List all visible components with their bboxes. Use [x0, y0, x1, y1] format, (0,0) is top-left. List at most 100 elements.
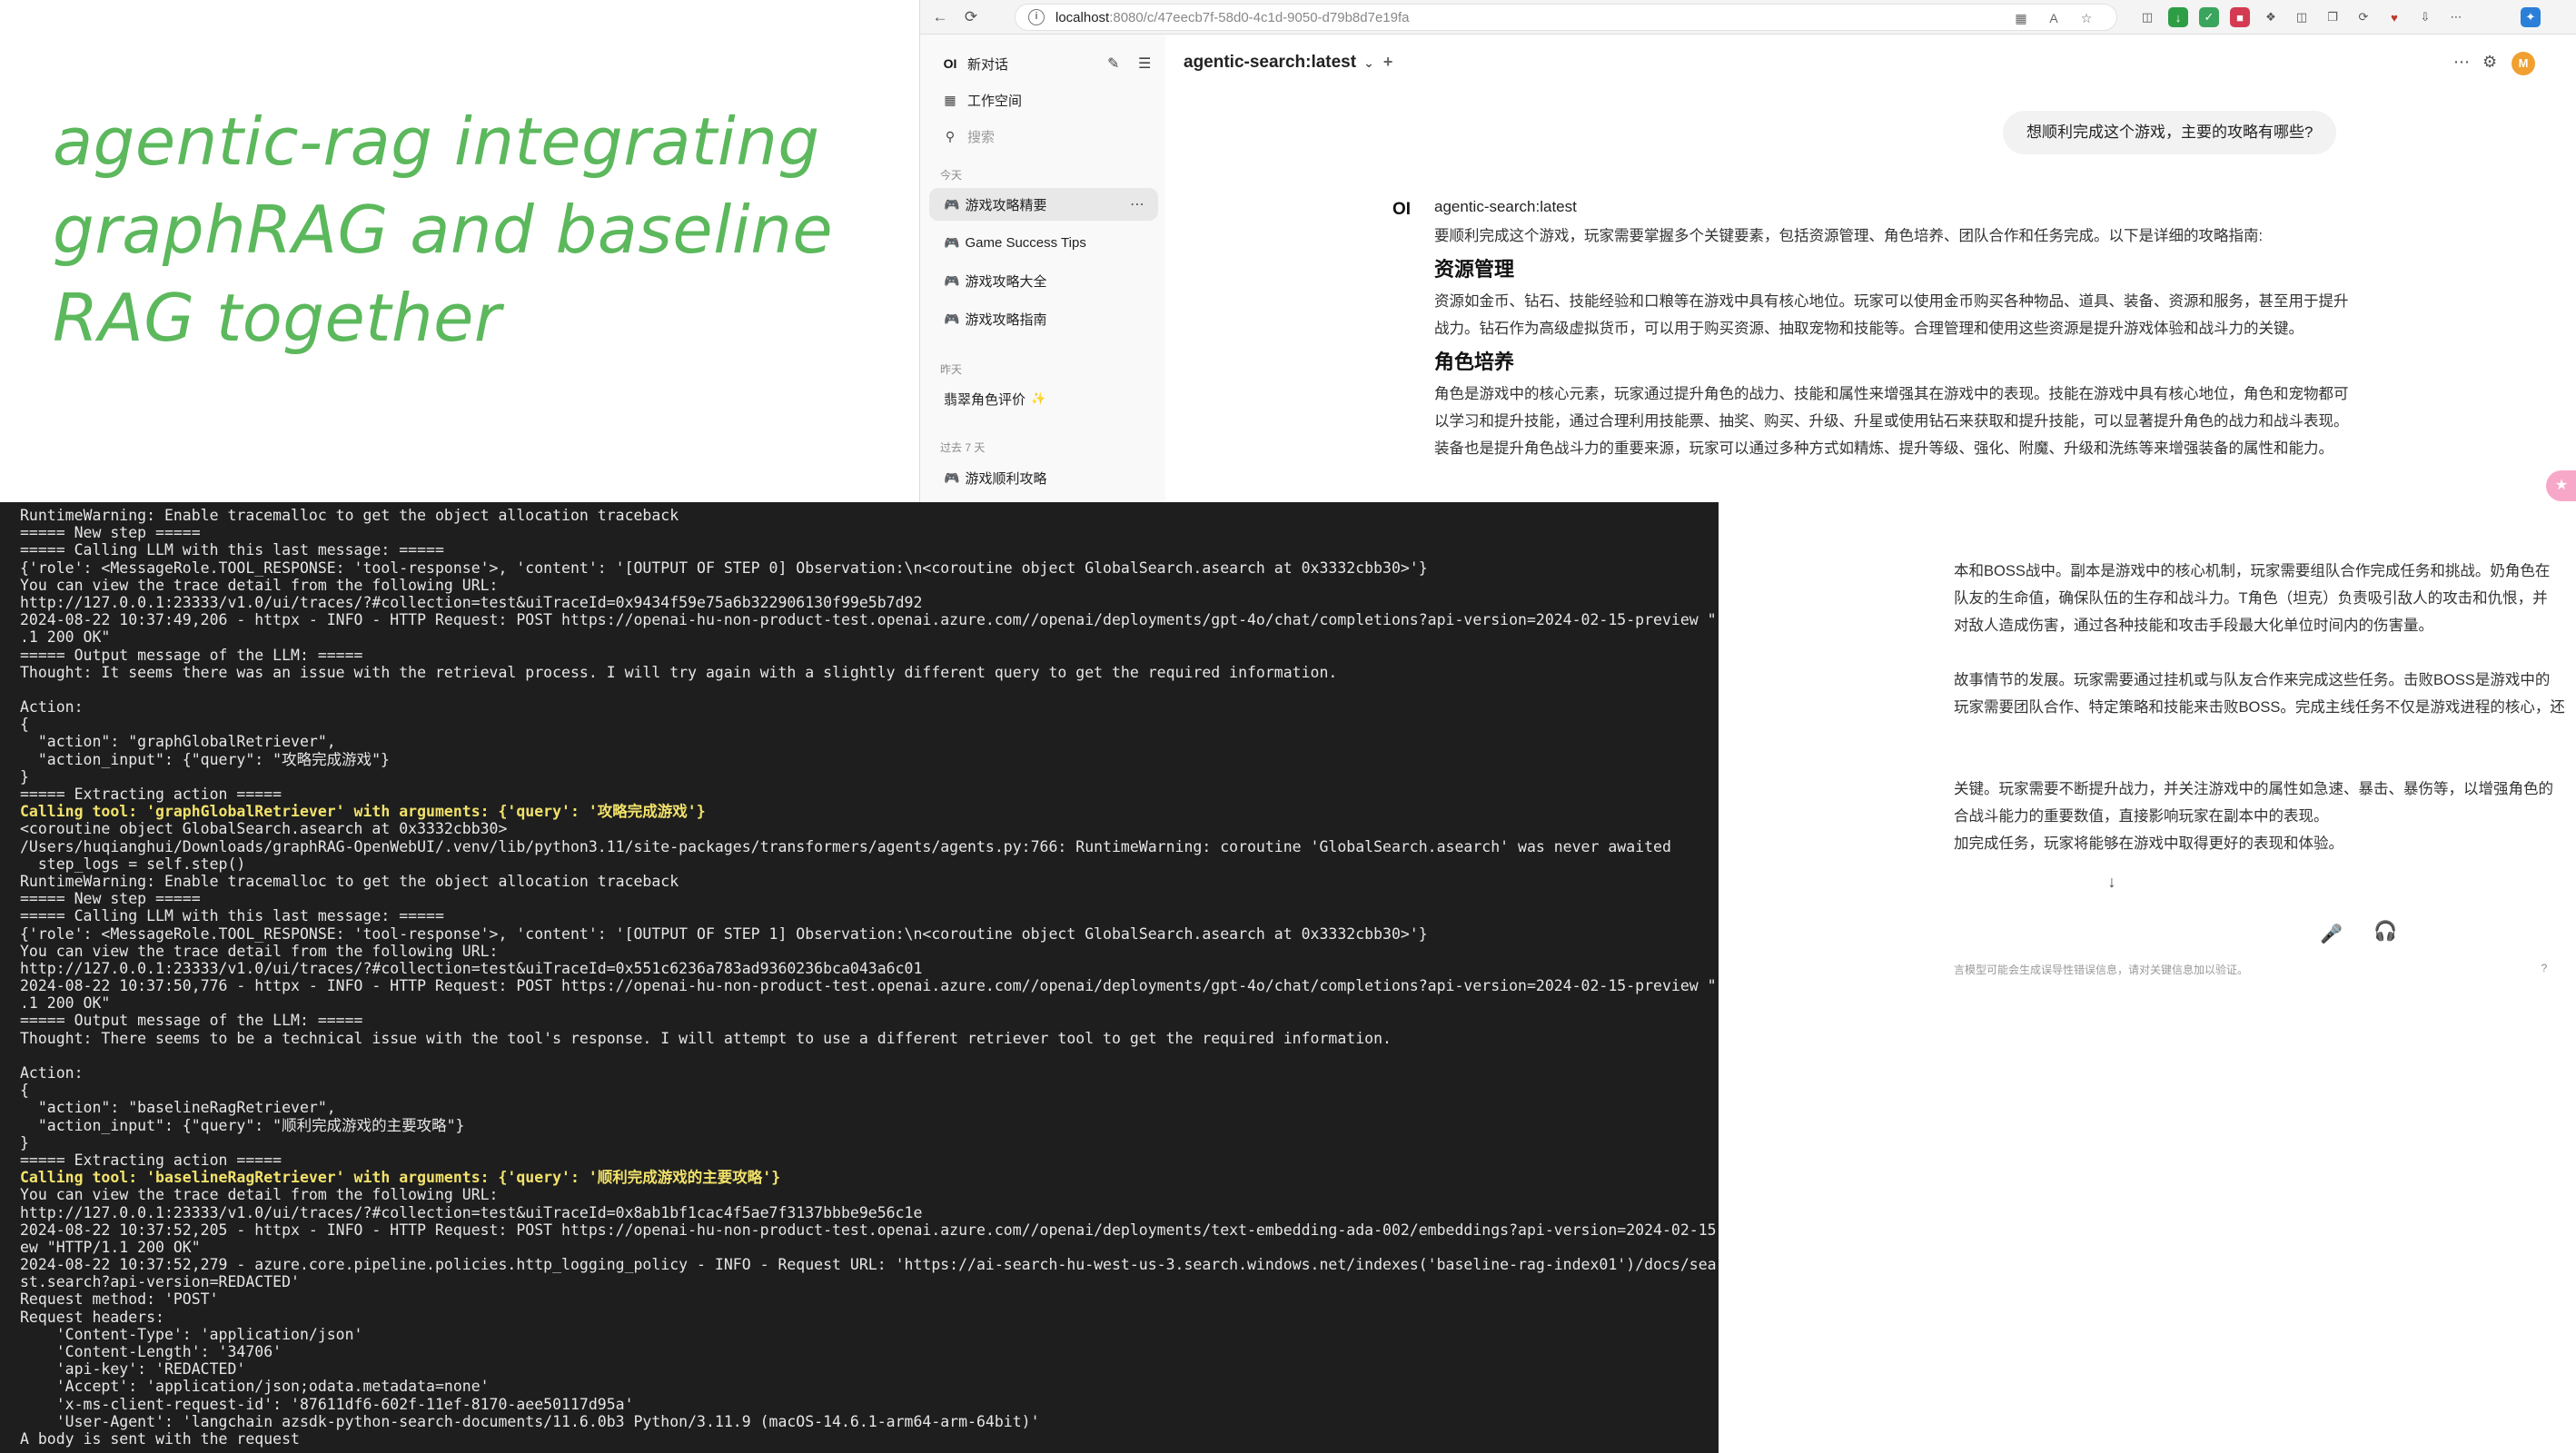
shield-extension-icon[interactable]: ✓ — [2199, 7, 2219, 27]
terminal-line: 2024-08-22 10:37:52,279 - azure.core.pip… — [20, 1256, 1717, 1274]
microphone-icon[interactable]: 🎤 — [2320, 923, 2343, 945]
chat-item-game-guide[interactable]: 🎮 游戏攻略指南 — [929, 302, 1158, 335]
terminal-line: ===== New step ===== — [20, 890, 201, 908]
terminal-line: "action_input": {"query": "顺利完成游戏的主要攻略"} — [20, 1116, 465, 1134]
terminal-line: http://127.0.0.1:23333/v1.0/ui/traces/?#… — [20, 593, 923, 611]
more-options-icon[interactable]: ⋯ — [1130, 195, 1145, 213]
terminal-line: Request headers: — [20, 1308, 164, 1326]
reader-icon[interactable]: ◫ — [2137, 7, 2157, 27]
terminal-line: http://127.0.0.1:23333/v1.0/ui/traces/?#… — [20, 1203, 923, 1221]
terminal-line: ===== Calling LLM with this last message… — [20, 541, 444, 559]
back-arrow-icon[interactable]: ← — [929, 6, 951, 28]
search-placeholder: 搜索 — [967, 129, 996, 145]
terminal-line: Thought: There seems to be a technical i… — [20, 1029, 1392, 1047]
screen: agentic-rag integrating graphRAG and bas… — [0, 0, 2576, 1453]
terminal-line: Action: — [20, 1064, 84, 1082]
download-extension-icon[interactable]: ↓ — [2168, 7, 2188, 27]
scroll-down-arrow-icon[interactable]: ↓ — [2098, 868, 2125, 895]
user-message: 想顺利完成这个游戏，主要的攻略有哪些? — [2003, 111, 2337, 154]
terminal-line: ===== Output message of the LLM: ===== — [20, 646, 363, 664]
url-text: localhost:8080/c/47eecb7f-58d0-4c1d-9050… — [1055, 10, 1409, 25]
site-info-icon[interactable]: i — [1028, 9, 1045, 25]
model-selector[interactable]: agentic-search:latest ⌄ + — [1184, 53, 1392, 73]
grid-icon[interactable]: ▦ — [2013, 10, 2029, 26]
group-yesterday: 昨天 — [940, 363, 963, 376]
chevron-down-icon: ⌄ — [1363, 55, 1374, 70]
chat-item-smooth-game-guide[interactable]: 🎮 游戏顺利攻略 — [929, 461, 1158, 494]
terminal-line: http://127.0.0.1:23333/v1.0/ui/traces/?#… — [20, 959, 923, 977]
chat-item-game-success-tips[interactable]: 🎮 Game Success Tips — [929, 226, 1158, 259]
chat-item-jade-character-review[interactable]: 翡翠角色评价 ✨ — [929, 382, 1158, 415]
terminal-line: 'Content-Length': '34706' — [20, 1343, 282, 1360]
chat-item-game-guide-essentials[interactable]: 🎮 游戏攻略精要 ⋯ — [929, 188, 1158, 221]
terminal-line: A body is sent with the request — [20, 1429, 300, 1448]
chat-item-game-guide-collection[interactable]: 🎮 游戏攻略大全 — [929, 264, 1158, 297]
terminal-line: ew "HTTP/1.1 200 OK" — [20, 1238, 201, 1256]
terminal-line: } — [20, 767, 29, 786]
answer-line: 关键。玩家需要不断提升战力，并关注游戏中的属性如急速、暴击、暴伤等，以增强角色的 — [1954, 781, 2553, 797]
assistant-logo-icon: OI — [1392, 200, 1412, 219]
terminal-line: step_logs = self.step() — [20, 855, 246, 873]
terminal-line: st.search?api-version=REDACTED' — [20, 1273, 300, 1291]
terminal-line: ===== Calling LLM with this last message… — [20, 907, 444, 925]
terminal-line: ===== Output message of the LLM: ===== — [20, 1012, 363, 1030]
address-bar[interactable]: i localhost:8080/c/47eecb7f-58d0-4c1d-90… — [1015, 4, 2117, 31]
more-menu-icon[interactable]: ⋯ — [2453, 53, 2470, 72]
headline-line: RAG together — [53, 280, 502, 356]
collections-icon[interactable]: ❐ — [2323, 7, 2343, 27]
terminal-line: .1 200 OK" — [20, 994, 111, 1013]
terminal-line: 2024-08-22 10:37:49,206 - httpx - INFO -… — [20, 611, 1717, 629]
terminal-line: 'User-Agent': 'langchain azsdk-python-se… — [20, 1412, 1040, 1430]
split-screen-icon[interactable]: ◫ — [2292, 7, 2312, 27]
terminal-line: { — [20, 716, 29, 734]
workspace-item[interactable]: ▦ 工作空间 — [929, 84, 1158, 116]
new-chat-label: 新对话 — [967, 56, 1009, 73]
headline-line: agentic-rag integrating — [53, 104, 820, 180]
red-extension-icon[interactable]: ■ — [2230, 7, 2250, 27]
chat-item-label: Game Success Tips — [965, 234, 1086, 251]
help-icon[interactable]: ? — [2535, 959, 2553, 977]
disclaimer-text: 言模型可能会生成误导性错误信息，请对关键信息加以验证。 — [1954, 964, 2249, 976]
model-name: agentic-search:latest — [1184, 53, 1357, 72]
terminal-line: RuntimeWarning: Enable tracemalloc to ge… — [20, 507, 679, 524]
search-input[interactable]: ⚲ 搜索 — [929, 120, 1158, 153]
terminal-line: You can view the trace detail from the f… — [20, 1186, 499, 1204]
terminal-output: RuntimeWarning: Enable tracemalloc to ge… — [20, 507, 1717, 1448]
more-menu-icon[interactable]: ⋯ — [2446, 7, 2466, 27]
copilot-icon[interactable]: ✦ — [2521, 7, 2541, 27]
terminal-line: {'role': <MessageRole.TOOL_RESPONSE: 'to… — [20, 924, 1428, 943]
chat-item-label: 游戏攻略精要 — [965, 197, 1047, 213]
heart-extension-icon[interactable]: ♥ — [2384, 7, 2404, 27]
answer-line: 加完成任务，玩家将能够在游戏中取得更好的表现和体验。 — [1954, 835, 2343, 852]
terminal-line: Request method: 'POST' — [20, 1290, 219, 1309]
answer-line: 对敌人造成伤害，通过各种技能和攻击手段最大化单位时间内的伤害量。 — [1954, 618, 2433, 634]
terminal-line: Thought: It seems there was an issue wit… — [20, 663, 1338, 681]
new-chat-button[interactable]: OI 新对话 ✎ ☰ — [929, 47, 1158, 80]
headphones-icon[interactable]: 🎧 — [2373, 921, 2397, 943]
sidebar-toggle-icon[interactable]: ☰ — [1138, 54, 1151, 73]
controls-icon[interactable]: ⚙ — [2482, 53, 2497, 72]
download-icon[interactable]: ⇩ — [2415, 7, 2435, 27]
compose-icon[interactable]: ✎ — [1107, 54, 1119, 73]
puzzle-extension-icon[interactable]: ❖ — [2261, 7, 2281, 27]
chat-item-label: 翡翠角色评价 — [944, 391, 1026, 408]
section-heading: 角色培养 — [1434, 351, 1515, 373]
terminal-line: Action: — [20, 698, 84, 717]
history-icon[interactable]: ⟳ — [2353, 7, 2373, 27]
terminal-line: RuntimeWarning: Enable tracemalloc to ge… — [20, 872, 679, 890]
add-model-icon[interactable]: + — [1383, 53, 1393, 71]
terminal-line: ===== Extracting action ===== — [20, 786, 282, 803]
url-path: :8080/c/47eecb7f-58d0-4c1d-9050-d79b8d7e… — [1109, 10, 1410, 25]
terminal-line: { — [20, 1082, 29, 1100]
assistant-name: agentic-search:latest — [1434, 198, 1577, 215]
answer-line: 合战斗能力的重要数值，直接影响玩家在副本中的表现。 — [1954, 808, 2329, 825]
terminal-line: ===== New step ===== — [20, 524, 201, 542]
read-aloud-icon[interactable]: A — [2046, 10, 2062, 26]
floating-helper-icon[interactable]: ★ — [2546, 470, 2576, 501]
reload-icon[interactable]: ⟳ — [960, 6, 982, 28]
favorite-star-icon[interactable]: ☆ — [2078, 10, 2095, 26]
terminal-line: 2024-08-22 10:37:52,205 - httpx - INFO -… — [20, 1221, 1717, 1239]
avatar[interactable]: M — [2512, 52, 2535, 75]
